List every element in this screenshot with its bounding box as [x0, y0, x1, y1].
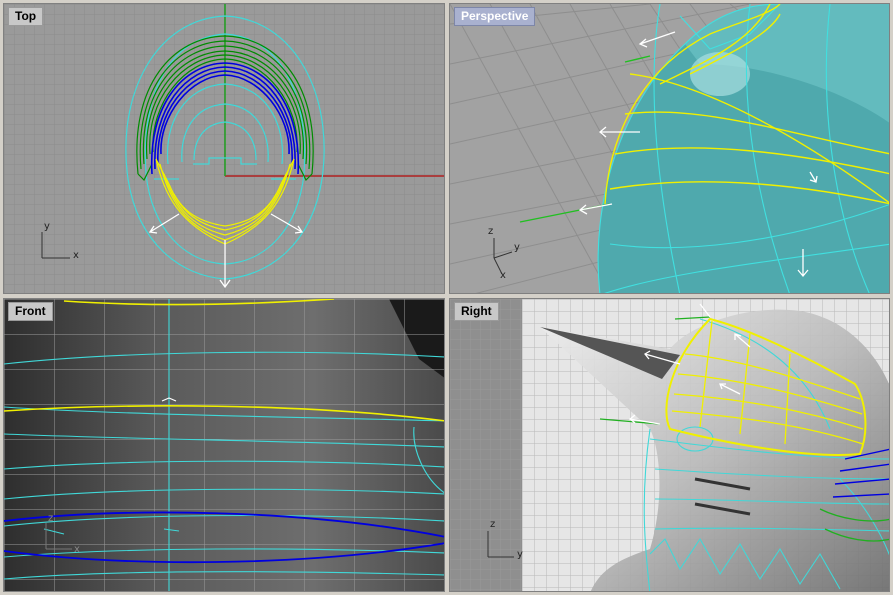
top-axis-x-label: x [73, 250, 79, 261]
front-grid [4, 299, 444, 591]
top-viewport-title[interactable]: Top [8, 7, 44, 26]
front-viewport[interactable]: Front z x [3, 298, 445, 592]
front-axis-x-label: x [74, 544, 80, 555]
right-axis-z-label: z [490, 519, 496, 530]
front-axis-z-label: z [48, 513, 54, 524]
right-side-grid [450, 299, 522, 591]
top-viewport[interactable]: Top y x [3, 3, 445, 294]
top-axis-y-label: y [44, 221, 50, 232]
perspective-axis-z-label: z [488, 226, 494, 237]
right-viewport-title[interactable]: Right [454, 302, 499, 321]
perspective-axis-y-label: y [514, 242, 520, 253]
right-axis-y-label: y [517, 549, 523, 560]
top-viewport-canvas[interactable] [4, 4, 445, 294]
front-viewport-canvas[interactable] [4, 299, 445, 592]
right-viewport-canvas[interactable] [450, 299, 890, 592]
perspective-axis-x-label: x [500, 270, 506, 281]
perspective-viewport[interactable]: Perspective z y x [449, 3, 890, 294]
perspective-viewport-title[interactable]: Perspective [454, 7, 536, 26]
front-viewport-title[interactable]: Front [8, 302, 53, 321]
right-viewport[interactable]: Right z y [449, 298, 890, 592]
